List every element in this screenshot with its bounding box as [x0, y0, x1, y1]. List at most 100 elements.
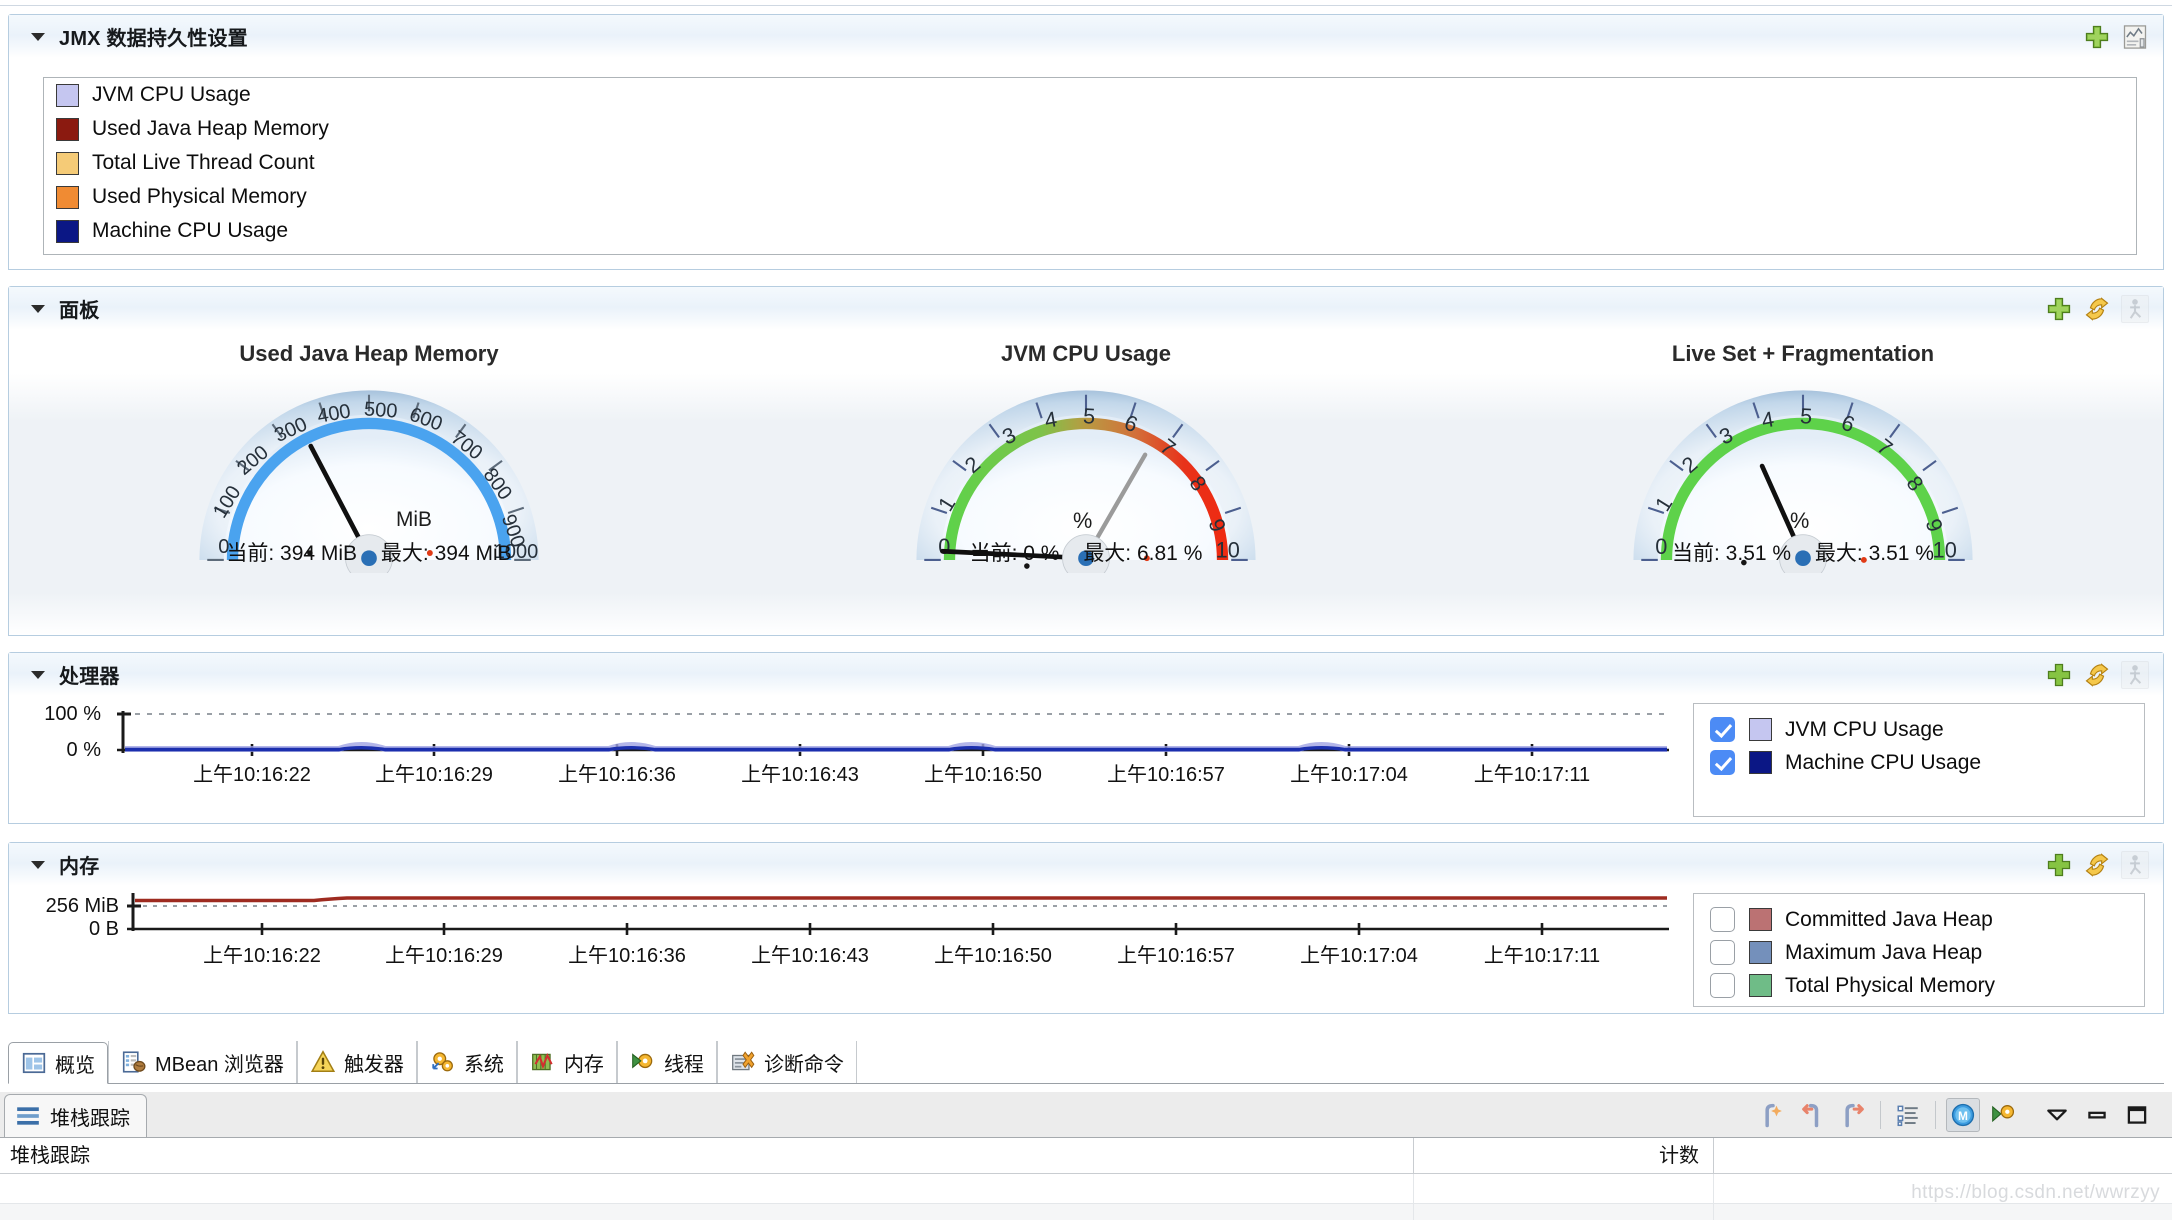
add-icon[interactable] [2045, 661, 2073, 689]
stack-trace-table[interactable]: 堆栈跟踪 计数 [0, 1137, 2172, 1220]
section-header-memory[interactable]: 内存 [9, 843, 2163, 887]
view-toolbar: M [1746, 1097, 2164, 1133]
minimize-icon[interactable] [2080, 1098, 2114, 1132]
legend-checkbox[interactable] [1710, 940, 1735, 965]
legend-item[interactable]: Total Physical Memory [1710, 969, 2144, 1002]
tab-label: 内存 [563, 1053, 604, 1076]
next-frame-icon[interactable] [1836, 1098, 1870, 1132]
dashboard-body: Used Java Heap Memory 0 100 200 300 400 … [9, 331, 2163, 635]
maximize-icon[interactable] [2120, 1098, 2154, 1132]
method-badge-icon[interactable]: M [1946, 1098, 1980, 1132]
chart-report-icon[interactable] [2121, 23, 2149, 51]
twistie-icon[interactable] [31, 860, 45, 869]
memory-legend[interactable]: Committed Java Heap Maximum Java Heap To… [1693, 893, 2145, 1007]
legend-item[interactable]: Maximum Java Heap [1710, 936, 2144, 969]
list-item[interactable]: Machine CPU Usage [44, 214, 2136, 248]
section-jmx-persistence: JMX 数据持久性设置 JVM CPU Usage Used Java Heap… [8, 14, 2164, 270]
x-axis-labels: 上午10:16:22 上午10:16:29 上午10:16:36 上午10:16:4… [193, 763, 1590, 786]
tab-label: 概览 [55, 1054, 95, 1077]
processor-legend[interactable]: JVM CPU Usage Machine CPU Usage [1693, 703, 2145, 817]
section-header-dashboard[interactable]: 面板 [9, 287, 2163, 331]
table-row[interactable] [0, 1174, 2172, 1204]
color-swatch [1749, 751, 1772, 774]
list-item[interactable]: Used Physical Memory [44, 180, 2136, 214]
table-row[interactable] [0, 1204, 2172, 1220]
view-menu-icon[interactable] [2040, 1098, 2074, 1132]
svg-text:5: 5 [1799, 403, 1813, 429]
jmx-attribute-list[interactable]: JVM CPU Usage Used Java Heap Memory Tota… [43, 77, 2137, 255]
legend-checkbox[interactable] [1710, 717, 1735, 742]
tab-mbean-browser[interactable]: MBean 浏览器 [108, 1041, 297, 1083]
list-item[interactable]: Total Live Thread Count [44, 146, 2136, 180]
add-icon[interactable] [2045, 295, 2073, 323]
previous-frame-icon[interactable] [1796, 1098, 1830, 1132]
tab-system[interactable]: 系统 [416, 1041, 517, 1083]
refresh-icon[interactable] [2083, 661, 2111, 689]
section-header-jmx[interactable]: JMX 数据持久性设置 [9, 15, 2163, 59]
tab-diagnostic-commands[interactable]: 诊断命令 [716, 1041, 857, 1083]
view-tab-bar: 堆栈跟踪 M [0, 1092, 2172, 1138]
tab-threads[interactable]: 线程 [616, 1041, 717, 1083]
list-item[interactable]: Used Java Heap Memory [44, 112, 2136, 146]
color-swatch [1749, 908, 1772, 931]
y-tick-top: 256 MiB [46, 895, 119, 917]
refresh-icon[interactable] [2083, 851, 2111, 879]
list-item-label: Total Live Thread Count [92, 151, 315, 174]
svg-text:上午10:16:36: 上午10:16:36 [568, 944, 686, 967]
gauge-readout: 当前: 3.51 % 最大: 3.51 % [1443, 537, 2163, 567]
gauge-live-set-fragmentation: Live Set + Fragmentation 0 1 2 3 4 5 6 7… [1443, 331, 2163, 573]
section-title-dashboard: 面板 [59, 300, 100, 322]
gauge-unit: % [1073, 508, 1092, 533]
gauge-title: Live Set + Fragmentation [1671, 341, 1935, 366]
gauge-title: JVM CPU Usage [1001, 341, 1171, 366]
svg-text:上午10:16:50: 上午10:16:50 [934, 944, 1052, 967]
run-settings-icon[interactable] [1986, 1098, 2020, 1132]
twistie-icon[interactable] [31, 32, 45, 41]
list-item-partial[interactable] [44, 248, 2136, 254]
memory-chart[interactable]: 256 MiB 0 B 上午10:16:22 上午10:16:29 上午10:1… [9, 887, 1699, 1013]
view-tab-label: 堆栈跟踪 [50, 1107, 130, 1130]
group-traces-icon[interactable] [1756, 1098, 1790, 1132]
tab-label: 线程 [663, 1053, 704, 1076]
column-header-stacktrace[interactable]: 堆栈跟踪 [0, 1137, 1414, 1174]
gauge-used-java-heap-memory: Used Java Heap Memory 0 100 200 300 400 … [9, 331, 729, 573]
legend-label: Machine CPU Usage [1785, 750, 1982, 774]
table-cell [1414, 1174, 1714, 1203]
twistie-icon[interactable] [31, 670, 45, 679]
section-toolbar-processor [2045, 660, 2149, 689]
color-swatch [1749, 718, 1772, 741]
legend-item[interactable]: Committed Java Heap [1710, 903, 2144, 936]
color-swatch [56, 83, 79, 107]
processor-chart[interactable]: 100 % 0 % 上午10:16:22 上午10:16:29 上午10:16:… [9, 697, 1699, 823]
tab-memory[interactable]: 内存 [516, 1041, 617, 1083]
legend-checkbox[interactable] [1710, 907, 1735, 932]
tab-overview[interactable]: 概览 [8, 1042, 108, 1084]
x-axis-labels: 上午10:16:22 上午10:16:29 上午10:16:36 上午10:16:4… [203, 944, 1600, 967]
color-swatch [1749, 974, 1772, 997]
color-swatch [1749, 941, 1772, 964]
y-tick-bottom: 0 B [89, 918, 119, 940]
persist-icon [2121, 660, 2149, 689]
tree-layout-icon[interactable] [1891, 1098, 1925, 1132]
add-icon[interactable] [2045, 851, 2073, 879]
legend-item[interactable]: JVM CPU Usage [1710, 713, 2144, 746]
list-item[interactable]: JVM CPU Usage [44, 78, 2136, 112]
list-item-label: JVM CPU Usage [92, 83, 251, 106]
section-dashboard: 面板 Used Java Heap Memory 0 100 200 300 4… [8, 286, 2164, 636]
gauge-readout: 当前: 394 MiB 最大: 394 MiB [9, 537, 729, 567]
section-header-processor[interactable]: 处理器 [9, 653, 2163, 697]
svg-text:上午10:16:22: 上午10:16:22 [193, 763, 311, 786]
column-header-count[interactable]: 计数 [1414, 1137, 1714, 1174]
legend-checkbox[interactable] [1710, 750, 1735, 775]
legend-item[interactable]: Machine CPU Usage [1710, 746, 2144, 779]
tab-label: 诊断命令 [763, 1053, 844, 1076]
twistie-icon[interactable] [31, 304, 45, 313]
view-tab-stacktrace[interactable]: 堆栈跟踪 [4, 1094, 147, 1137]
tab-triggers[interactable]: 触发器 [296, 1041, 417, 1083]
legend-checkbox[interactable] [1710, 973, 1735, 998]
gauge-unit: MiB [396, 508, 432, 531]
window-top-edge [0, 0, 2172, 6]
editor-tab-strip: 概览 MBean 浏览器 触发器 系统 内存 线程 诊断命令 [8, 1038, 2164, 1084]
refresh-icon[interactable] [2083, 295, 2111, 323]
add-icon[interactable] [2083, 23, 2111, 51]
